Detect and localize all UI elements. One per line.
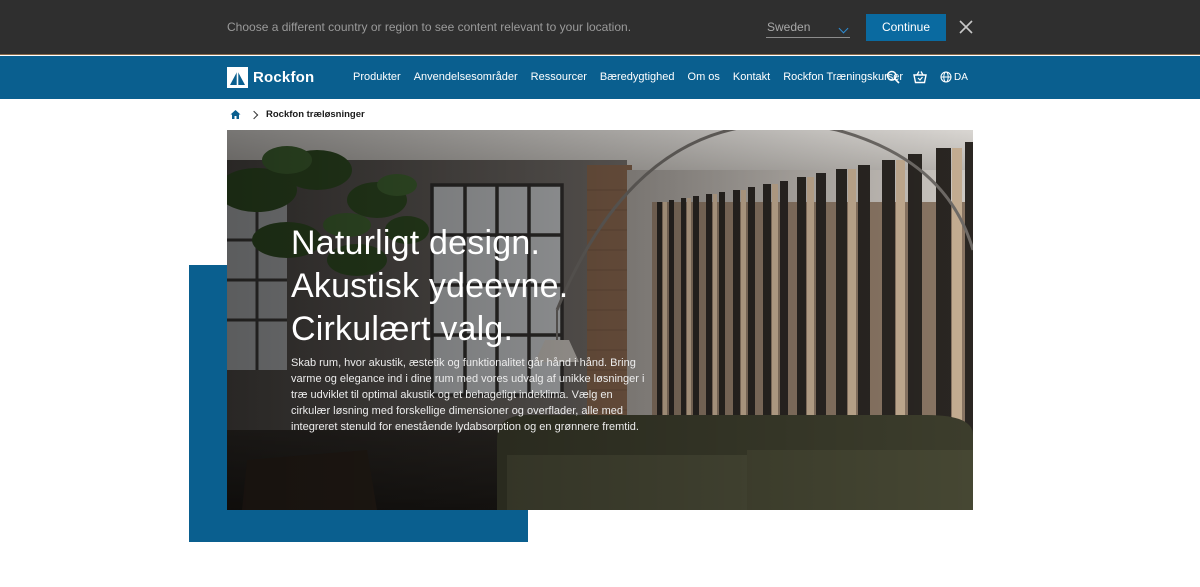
nav-item-baeredygtighed[interactable]: Bæredygtighed <box>600 71 675 83</box>
nav-item-ressourcer[interactable]: Ressourcer <box>531 71 587 83</box>
continue-button[interactable]: Continue <box>866 14 946 41</box>
breadcrumb-current: Rockfon træløsninger <box>266 109 365 120</box>
main-nav: Rockfon Produkter Anvendelsesområder Res… <box>0 56 1200 99</box>
hero-title-line-1: Naturligt design. <box>291 224 541 262</box>
nav-utilities: DA <box>886 70 968 84</box>
logo-mark-icon <box>227 67 248 88</box>
hero-title-line-2: Akustisk ydeevne. <box>291 267 569 305</box>
language-label: DA <box>954 71 968 83</box>
region-message: Choose a different country or region to … <box>227 20 632 34</box>
hero-title-line-3: Cirkulært valg. <box>291 310 514 348</box>
nav-item-anvendelsesomrader[interactable]: Anvendelsesområder <box>414 71 518 83</box>
hero-title: Naturligt design. Akustisk ydeevne. Cirk… <box>291 222 568 351</box>
hero-banner: Naturligt design. Akustisk ydeevne. Cirk… <box>227 130 973 510</box>
chevron-right-icon <box>249 110 259 119</box>
globe-icon <box>940 71 952 83</box>
logo-text: Rockfon <box>253 69 315 86</box>
nav-item-om-os[interactable]: Om os <box>688 71 720 83</box>
nav-menu: Produkter Anvendelsesområder Ressourcer … <box>353 71 916 83</box>
search-icon[interactable] <box>886 70 900 84</box>
country-select[interactable]: Sweden <box>766 18 850 38</box>
chevron-down-icon <box>838 23 849 34</box>
nav-item-produkter[interactable]: Produkter <box>353 71 401 83</box>
language-switcher[interactable]: DA <box>940 71 968 83</box>
basket-icon[interactable] <box>913 70 927 84</box>
hero-description: Skab rum, hvor akustik, æstetik og funkt… <box>291 357 645 433</box>
breadcrumb: Rockfon træløsninger <box>230 109 365 120</box>
nav-item-kontakt[interactable]: Kontakt <box>733 71 770 83</box>
home-icon[interactable] <box>230 109 241 120</box>
region-bar: Choose a different country or region to … <box>0 0 1200 55</box>
rockfon-logo[interactable]: Rockfon <box>227 67 314 88</box>
close-icon[interactable] <box>958 19 974 35</box>
country-select-value: Sweden <box>767 20 811 34</box>
